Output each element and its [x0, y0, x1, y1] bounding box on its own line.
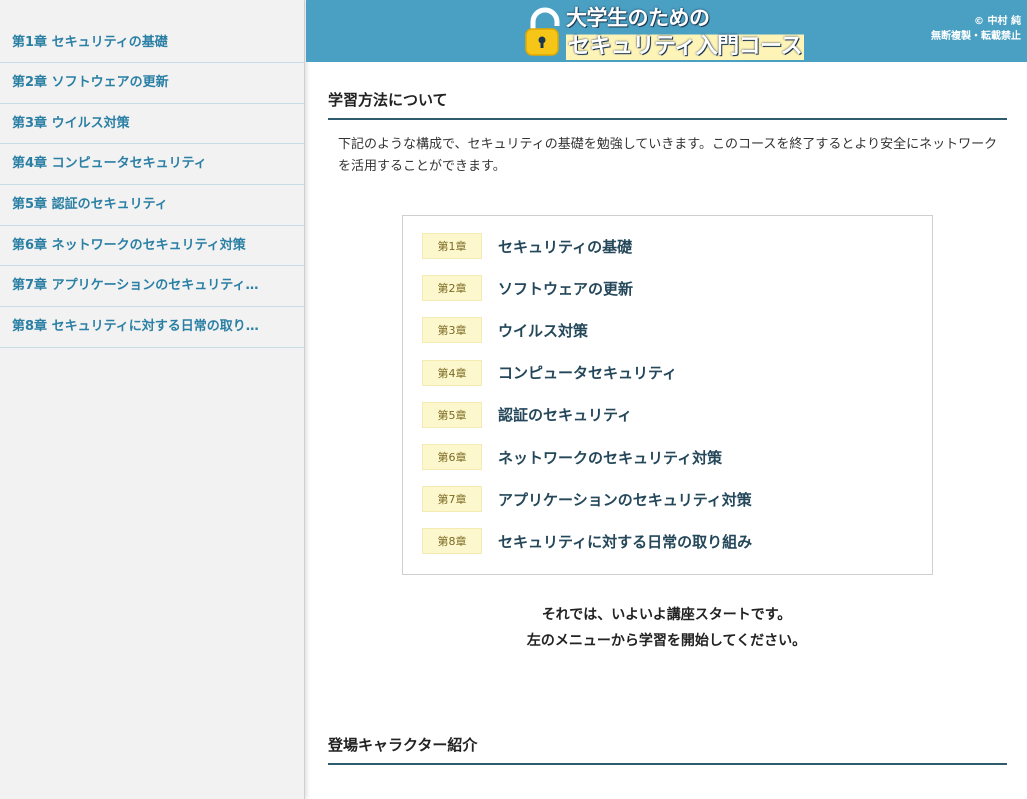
chapter-title: 認証のセキュリティ [498, 406, 633, 425]
sidebar-menu: 第1章 セキュリティの基礎 第2章 ソフトウェアの更新 第3章 ウイルス対策 第… [0, 0, 305, 799]
chapter-title: アプリケーションのセキュリティ対策 [498, 490, 752, 509]
sidebar-item-chapter3[interactable]: 第3章 ウイルス対策 [0, 104, 304, 145]
sidebar-item-chapter1[interactable]: 第1章 セキュリティの基礎 [0, 23, 304, 63]
logo-line2: セキュリティ入門コース [566, 28, 805, 60]
chapter-title: ウイルス対策 [498, 321, 589, 340]
sidebar-item-chapter2[interactable]: 第2章 ソフトウェアの更新 [0, 63, 304, 104]
chapter-row: 第8章 セキュリティに対する日常の取り組み [403, 520, 932, 562]
chapter-row: 第6章 ネットワークのセキュリティ対策 [403, 436, 932, 478]
copyright-author: © 中村 純 [974, 16, 1021, 27]
chapter-row: 第1章 セキュリティの基礎 [403, 225, 932, 267]
start-message-line1: それでは、いよいよ講座スタートです。 [541, 607, 792, 623]
chapter-title: コンピュータセキュリティ [498, 364, 678, 383]
chapter-row: 第4章 コンピュータセキュリティ [403, 352, 932, 394]
start-message-line2: 左のメニューから学習を開始してください。 [526, 633, 807, 649]
chapter-row: 第3章 ウイルス対策 [403, 309, 932, 351]
chapter-badge: 第5章 [422, 401, 482, 428]
sidebar-item-chapter6[interactable]: 第6章 ネットワークのセキュリティ対策 [0, 226, 304, 267]
chapter-badge: 第3章 [422, 317, 482, 344]
chapter-badge: 第4章 [422, 359, 482, 386]
chapter-row: 第7章 アプリケーションのセキュリティ対策 [403, 478, 932, 520]
chapter-title: ソフトウェアの更新 [498, 279, 634, 298]
section-title-characters: 登場キャラクター紹介 [328, 734, 1007, 765]
chapter-badge: 第7章 [422, 486, 482, 513]
chapter-badge: 第8章 [422, 528, 482, 555]
sidebar-item-chapter8[interactable]: 第8章 セキュリティに対する日常の取り… [0, 307, 304, 348]
site-header: 大学生のための セキュリティ入門コース © 中村 純 無断複製・転載禁止 [306, 0, 1027, 62]
main-content: 学習方法について 下記のような構成で、セキュリティの基礎を勉強していきます。この… [306, 62, 1027, 799]
sidebar-item-chapter5[interactable]: 第5章 認証のセキュリティ [0, 185, 304, 226]
site-logo[interactable]: 大学生のための セキュリティ入門コース [522, 2, 842, 60]
chapter-badge: 第2章 [422, 275, 482, 302]
chapter-badge: 第6章 [422, 444, 482, 471]
copyright-notice: © 中村 純 無断複製・転載禁止 [931, 14, 1021, 44]
chapter-list: 第1章 セキュリティの基礎 第2章 ソフトウェアの更新 第3章 ウイルス対策 第… [402, 215, 933, 575]
copyright-restriction: 無断複製・転載禁止 [931, 31, 1021, 42]
chapter-title: セキュリティに対する日常の取り組み [498, 532, 753, 551]
sidebar-item-chapter4[interactable]: 第4章 コンピュータセキュリティ [0, 144, 304, 186]
intro-text: 下記のような構成で、セキュリティの基礎を勉強していきます。このコースを終了すると… [338, 137, 998, 174]
chapter-title: ネットワークのセキュリティ対策 [498, 448, 723, 467]
sidebar-item-chapter7[interactable]: 第7章 アプリケーションのセキュリティ… [0, 266, 304, 308]
chapter-title: セキュリティの基礎 [498, 237, 633, 256]
chapter-row: 第5章 認証のセキュリティ [403, 394, 932, 436]
chapter-row: 第2章 ソフトウェアの更新 [403, 267, 932, 309]
lock-icon [525, 7, 560, 56]
start-message: それでは、いよいよ講座スタートです。 左のメニューから学習を開始してください。 [306, 602, 1027, 654]
chapter-badge: 第1章 [422, 233, 482, 260]
section-title-study-method: 学習方法について [328, 89, 1007, 120]
